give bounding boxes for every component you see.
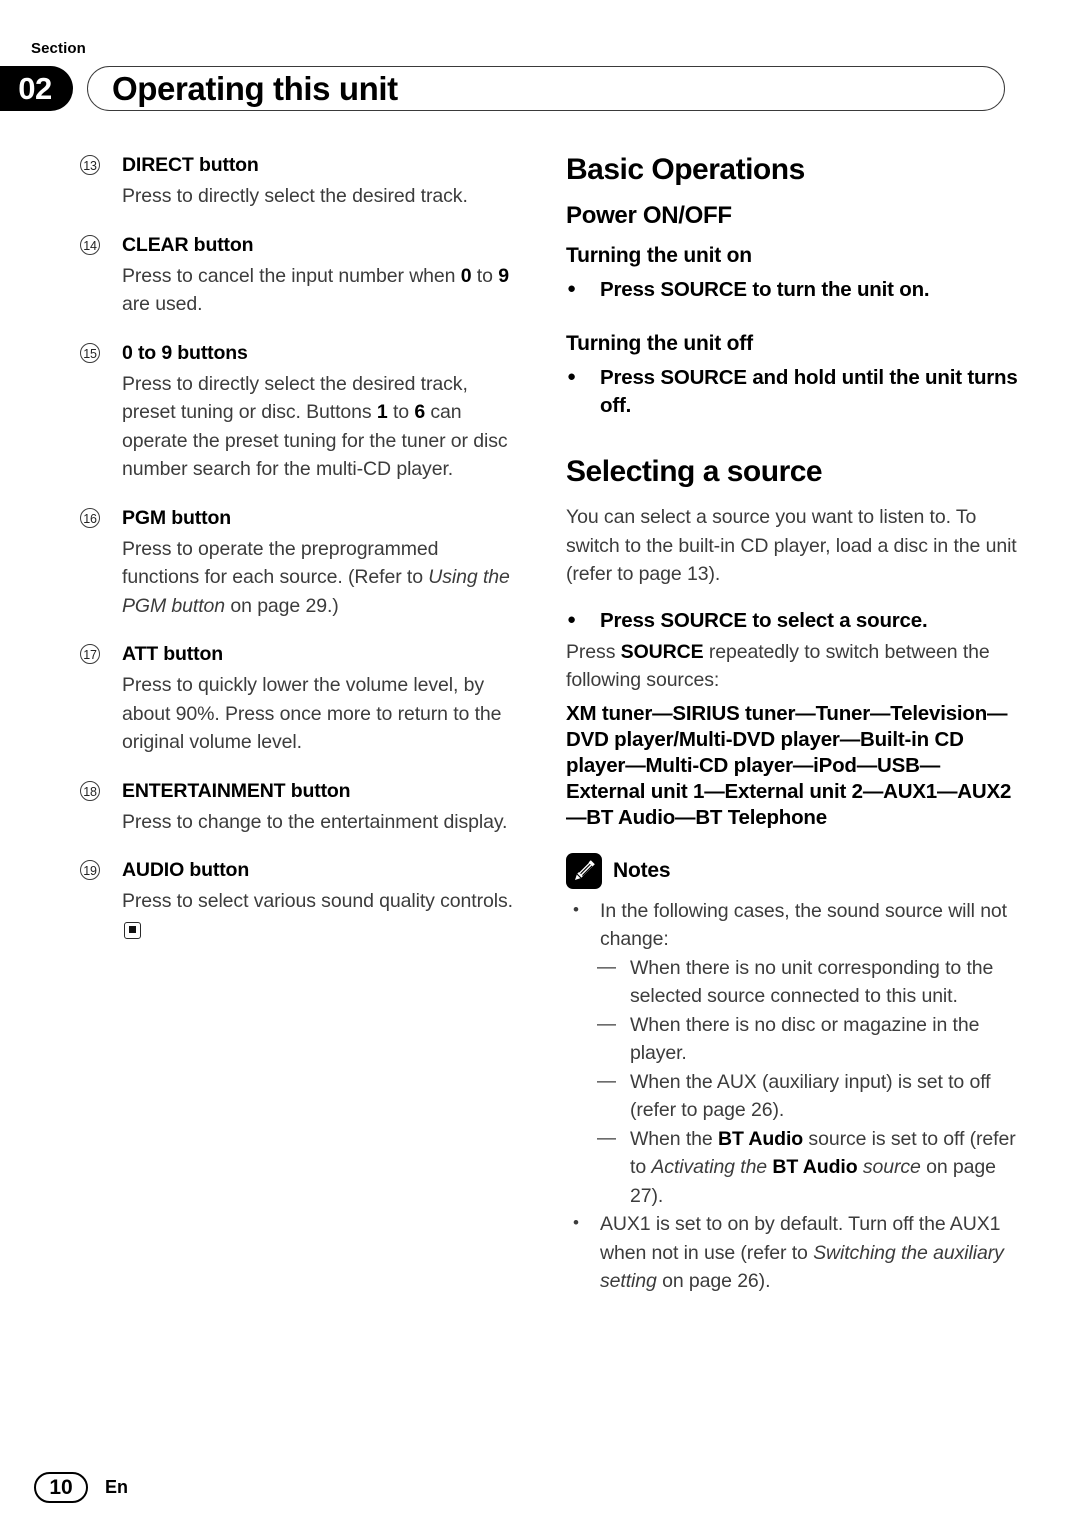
item-block: 14 CLEAR button Press to cancel the input … — [80, 232, 520, 319]
item-description: Press to select various sound quality co… — [80, 887, 520, 944]
circled-number-icon: 19 — [80, 860, 100, 880]
item-block: 16 PGM button Press to operate the preprog… — [80, 505, 520, 621]
instruction-select-source: Press SOURCE to select a source. — [566, 606, 1018, 635]
item-heading: 17 ATT button — [80, 641, 520, 667]
right-column: Basic Operations Power ON/OFF Turning th… — [566, 152, 1018, 1296]
note-item: AUX1 is set to on by default. Turn off t… — [566, 1209, 1018, 1296]
item-block: 17 ATT button Press to quickly lower the v… — [80, 641, 520, 757]
left-column: 13 DIRECT button Press to directly select … — [80, 152, 520, 965]
item-title: ENTERTAINMENT button — [122, 779, 351, 802]
circled-number-icon: 17 — [80, 644, 100, 664]
item-description: Press to cancel the input number when 0 … — [122, 264, 509, 316]
heading-power-on-off: Power ON/OFF — [566, 202, 732, 229]
circled-number-icon: 15 — [80, 342, 100, 363]
pencil-icon — [566, 852, 602, 889]
instruction-turn-on: Press SOURCE to turn the unit on. — [566, 275, 1018, 304]
selecting-source-intro: You can select a source you want to list… — [566, 506, 1017, 585]
item-heading: 15 0 to 9 buttons — [80, 340, 520, 366]
item-block: 13 DIRECT button Press to directly select … — [80, 152, 520, 211]
circled-number-icon: 16 — [80, 507, 100, 528]
item-block: 18 ENTERTAINMENT button Press to change to… — [80, 778, 520, 837]
notes-list: In the following cases, the sound source… — [566, 896, 1018, 1296]
item-title: ATT button — [122, 643, 224, 665]
note-item: In the following cases, the sound source… — [566, 896, 1018, 954]
item-block: 15 0 to 9 buttons Press to directly select… — [80, 340, 520, 484]
page-footer: 10 En — [34, 1472, 128, 1503]
item-description: Press to directly select the desired tra… — [122, 185, 468, 207]
note-sub-item: When the BT Audio source is set to off (… — [566, 1125, 1018, 1211]
item-title: AUDIO button — [122, 859, 250, 881]
item-description: Press to change to the entertainment dis… — [122, 810, 508, 833]
notes-header: Notes — [566, 852, 1018, 889]
heading-basic-operations: Basic Operations — [566, 153, 805, 186]
item-title: 0 to 9 buttons — [122, 341, 248, 364]
note-sub-item: When there is no disc or magazine in the… — [566, 1011, 1018, 1068]
heading-turning-unit-off: Turning the unit off — [566, 332, 753, 355]
item-heading: 18 ENTERTAINMENT button — [80, 778, 520, 804]
instruction-turn-off: Press SOURCE and hold until the unit tur… — [566, 363, 1018, 420]
page-title: Operating this unit — [112, 70, 398, 107]
language-code: En — [105, 1477, 129, 1497]
heading-selecting-a-source: Selecting a source — [566, 455, 823, 488]
item-block: 19 AUDIO button Press to select various so… — [80, 857, 520, 944]
item-heading: 16 PGM button — [80, 505, 520, 531]
source-chain-list: XM tuner—SIRIUS tuner—Tuner—Television—D… — [566, 701, 1012, 829]
item-description: Press to operate the preprogrammed funct… — [122, 537, 510, 617]
heading-turning-unit-on: Turning the unit on — [566, 244, 752, 267]
note-sub-item: When there is no unit corresponding to t… — [566, 954, 1018, 1011]
section-label: Section — [31, 40, 86, 57]
page-header: Section 02 Operating this unit — [0, 0, 1080, 140]
item-title: PGM button — [122, 506, 231, 529]
item-title: CLEAR button — [122, 233, 254, 256]
item-heading: 14 CLEAR button — [80, 232, 520, 258]
notes-title: Notes — [613, 858, 671, 882]
select-source-followup: Press SOURCE repeatedly to switch betwee… — [566, 640, 990, 692]
item-heading: 19 AUDIO button — [80, 857, 520, 883]
section-number-badge: 02 — [0, 66, 73, 111]
item-heading: 13 DIRECT button — [80, 152, 520, 178]
item-description: Press to quickly lower the volume level,… — [122, 674, 502, 753]
item-description: Press to directly select the desired tra… — [122, 372, 508, 481]
page-number: 10 — [34, 1472, 88, 1503]
circled-number-icon: 13 — [80, 155, 100, 175]
circled-number-icon: 14 — [80, 234, 100, 255]
item-title: DIRECT button — [122, 154, 259, 176]
note-sub-item: When the AUX (auxiliary input) is set to… — [566, 1068, 1018, 1125]
end-of-section-marker — [124, 921, 141, 939]
circled-number-icon: 18 — [80, 780, 100, 801]
